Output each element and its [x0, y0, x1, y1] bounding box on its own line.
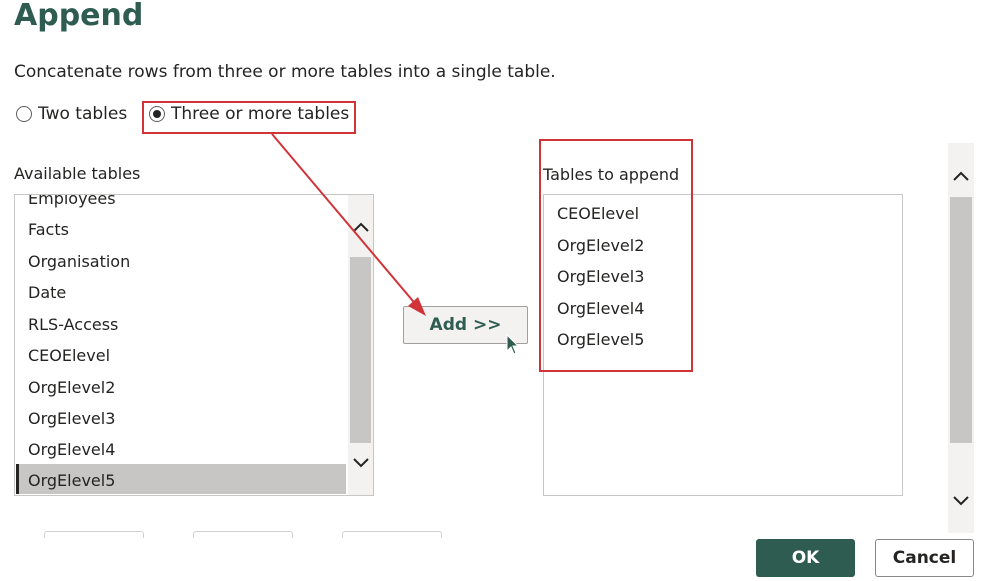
annotation-arrow [271, 133, 426, 316]
mouse-pointer-icon [506, 334, 520, 355]
